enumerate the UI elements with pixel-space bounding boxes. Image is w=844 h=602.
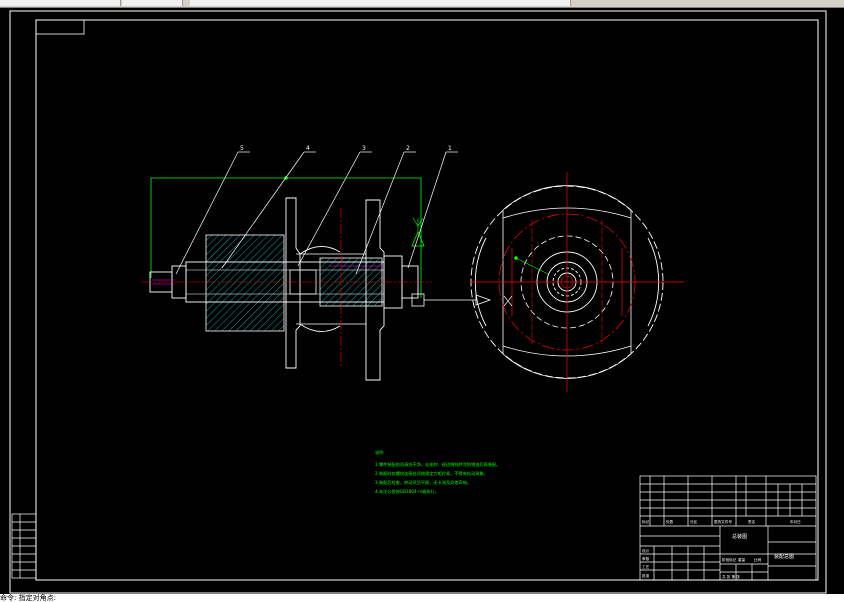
stage-label: 阶段标记 xyxy=(722,557,737,562)
side-label-grid xyxy=(11,513,37,579)
leader-3 xyxy=(297,151,361,267)
outer-frame xyxy=(9,10,827,594)
drawing-code: 装配总图 xyxy=(774,553,794,560)
drawing-canvas[interactable]: 5 4 3 2 1 说明 1.零件装配前须清洗干净，去毛刺、锐边倒钝并涂防锈油后… xyxy=(0,8,844,594)
header-signature: 签名 xyxy=(748,519,756,524)
app-toolbar xyxy=(0,0,844,8)
command-text: 命令: 指定对角点: xyxy=(0,594,56,602)
balloon-5: 5 xyxy=(240,145,244,152)
surface-marker xyxy=(411,230,425,247)
end-view[interactable] xyxy=(470,172,684,392)
leader-1 xyxy=(407,151,447,269)
sheet-count: 共 张 第 张 xyxy=(722,574,740,579)
weight-label: 重量 xyxy=(738,557,746,562)
role-design: 设计 xyxy=(642,548,650,553)
role-process: 工艺 xyxy=(642,564,650,569)
code-box xyxy=(35,19,85,35)
header-date: 年月日 xyxy=(790,519,801,524)
header-change-doc: 更改文件号 xyxy=(714,519,732,524)
toolbar-segment[interactable] xyxy=(190,0,571,6)
balloon-4: 4 xyxy=(306,145,310,152)
scale-label: 比例 xyxy=(754,557,762,562)
header-count: 处数 xyxy=(666,519,674,524)
section-view[interactable]: 5 4 3 2 1 xyxy=(142,145,492,381)
left-flange xyxy=(285,197,301,369)
balloon-1: 1 xyxy=(448,145,452,152)
title-block[interactable] xyxy=(639,475,817,581)
note-3: 3.装配后检查，转动灵活平稳，无卡滞及异常声响。 xyxy=(375,479,471,486)
notes-title: 说明 xyxy=(375,449,383,456)
note-2: 2.装配时各螺纹连接处须按规定力矩拧紧，不得有松动现象。 xyxy=(375,470,488,477)
note-1: 1.零件装配前须清洗干净，去毛刺、锐边倒钝并涂防锈油后再装配。 xyxy=(375,461,500,468)
balloon-2: 2 xyxy=(406,145,410,152)
header-zone: 分区 xyxy=(690,519,698,524)
balloon-3: 3 xyxy=(362,145,366,152)
role-approve: 批准 xyxy=(642,573,650,578)
role-review: 审核 xyxy=(642,556,650,561)
technical-notes: 说明 1.零件装配前须清洗干净，去毛刺、锐边倒钝并涂防锈油后再装配。 2.装配时… xyxy=(375,449,500,495)
command-line[interactable]: 命令: 指定对角点: xyxy=(0,594,844,602)
toolbar-segment[interactable] xyxy=(122,0,183,6)
hub-section xyxy=(205,234,285,332)
toolbar-segment[interactable] xyxy=(0,0,121,6)
drawing-name: 总装图 xyxy=(732,533,747,540)
note-4: 4.未注公差按GB1804-m级执行。 xyxy=(375,488,439,495)
header-mark: 标记 xyxy=(642,519,650,524)
